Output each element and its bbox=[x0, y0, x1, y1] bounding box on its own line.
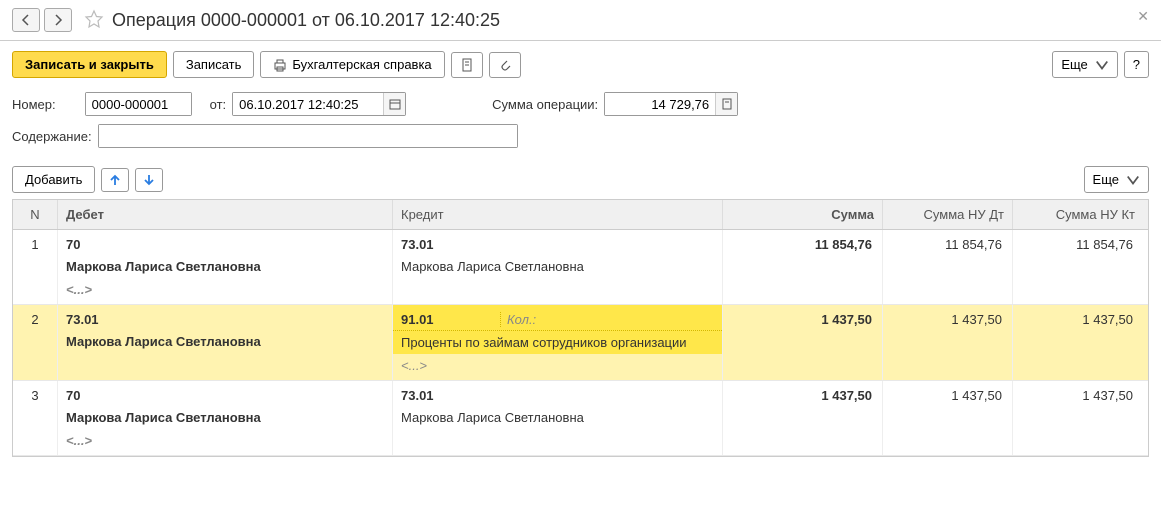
col-header-n[interactable]: N bbox=[13, 200, 58, 229]
table-more-label: Еще bbox=[1093, 172, 1119, 187]
calendar-button[interactable] bbox=[383, 93, 405, 115]
credit-extra: <...> bbox=[393, 354, 722, 380]
page-title: Операция 0000-000001 от 06.10.2017 12:40… bbox=[112, 10, 500, 31]
credit-account: 91.01 bbox=[401, 312, 501, 327]
date-input[interactable] bbox=[233, 93, 383, 115]
credit-account-row: 73.01 bbox=[393, 381, 722, 406]
cell-credit[interactable]: 73.01 Маркова Лариса Светлановна bbox=[393, 230, 723, 304]
number-input-wrap bbox=[85, 92, 192, 116]
form-row-content: Содержание: bbox=[0, 120, 1161, 152]
debit-account: 73.01 bbox=[58, 305, 392, 330]
sum-input-wrap bbox=[604, 92, 738, 116]
number-input[interactable] bbox=[86, 93, 191, 115]
calculator-button[interactable] bbox=[715, 93, 737, 115]
credit-party: Маркова Лариса Светлановна bbox=[393, 406, 722, 429]
add-row-button[interactable]: Добавить bbox=[12, 166, 95, 193]
content-input[interactable] bbox=[99, 125, 517, 147]
save-and-close-button[interactable]: Записать и закрыть bbox=[12, 51, 167, 78]
cell-sumdt: 11 854,76 bbox=[883, 230, 1013, 304]
cell-sumkt: 1 437,50 bbox=[1013, 305, 1143, 380]
cell-sumkt: 11 854,76 bbox=[1013, 230, 1143, 304]
debit-extra: <...> bbox=[58, 278, 392, 304]
printer-icon bbox=[273, 58, 287, 72]
sum-label: Сумма операции: bbox=[492, 97, 598, 112]
calendar-icon bbox=[389, 98, 401, 110]
attach-button[interactable] bbox=[489, 52, 521, 78]
cell-n: 3 bbox=[13, 381, 58, 455]
help-button[interactable]: ? bbox=[1124, 51, 1149, 78]
more-label: Еще bbox=[1061, 57, 1087, 72]
paperclip-icon bbox=[498, 58, 512, 72]
move-up-button[interactable] bbox=[101, 168, 129, 192]
credit-qty-label: Кол.: bbox=[507, 312, 714, 327]
cell-debit[interactable]: 70 Маркова Лариса Светлановна <...> bbox=[58, 230, 393, 304]
arrow-down-icon bbox=[143, 173, 155, 187]
debit-extra: <...> bbox=[58, 429, 392, 455]
cell-sumdt: 1 437,50 bbox=[883, 381, 1013, 455]
cell-sumkt: 1 437,50 bbox=[1013, 381, 1143, 455]
credit-party: Маркова Лариса Светлановна bbox=[393, 255, 722, 278]
col-header-sum[interactable]: Сумма bbox=[723, 200, 883, 229]
credit-account-row: 73.01 bbox=[393, 230, 722, 255]
table-row[interactable]: 1 70 Маркова Лариса Светлановна <...> 73… bbox=[13, 230, 1148, 305]
document-button[interactable] bbox=[451, 52, 483, 78]
debit-party: Маркова Лариса Светлановна bbox=[58, 406, 392, 429]
save-button[interactable]: Записать bbox=[173, 51, 255, 78]
sum-input[interactable] bbox=[605, 93, 715, 115]
cell-credit[interactable]: 91.01 Кол.: Проценты по займам сотрудник… bbox=[393, 305, 723, 380]
accounting-report-label: Бухгалтерская справка bbox=[292, 57, 431, 72]
cell-n: 2 bbox=[13, 305, 58, 380]
table-header: N Дебет Кредит Сумма Сумма НУ Дт Сумма Н… bbox=[13, 200, 1148, 230]
cell-debit[interactable]: 73.01 Маркова Лариса Светлановна bbox=[58, 305, 393, 380]
main-toolbar: Записать и закрыть Записать Бухгалтерска… bbox=[0, 41, 1161, 88]
cell-sumdt: 1 437,50 bbox=[883, 305, 1013, 380]
cell-sum: 1 437,50 bbox=[723, 381, 883, 455]
entries-table: N Дебет Кредит Сумма Сумма НУ Дт Сумма Н… bbox=[12, 199, 1149, 457]
close-icon[interactable]: ✕ bbox=[1137, 8, 1149, 25]
cell-sum: 1 437,50 bbox=[723, 305, 883, 380]
move-down-button[interactable] bbox=[135, 168, 163, 192]
accounting-report-button[interactable]: Бухгалтерская справка bbox=[260, 51, 444, 78]
chevron-down-icon bbox=[1126, 173, 1140, 187]
more-button[interactable]: Еще bbox=[1052, 51, 1117, 78]
cell-sum: 11 854,76 bbox=[723, 230, 883, 304]
table-row[interactable]: 3 70 Маркова Лариса Светлановна <...> 73… bbox=[13, 381, 1148, 456]
cell-n: 1 bbox=[13, 230, 58, 304]
form-row-number-date: Номер: от: Сумма операции: bbox=[0, 88, 1161, 120]
cell-debit[interactable]: 70 Маркова Лариса Светлановна <...> bbox=[58, 381, 393, 455]
calculator-icon bbox=[721, 98, 733, 110]
document-icon bbox=[460, 58, 474, 72]
credit-party: Проценты по займам сотрудников организац… bbox=[393, 331, 722, 354]
table-row[interactable]: 2 73.01 Маркова Лариса Светлановна 91.01… bbox=[13, 305, 1148, 381]
col-header-sumkt[interactable]: Сумма НУ Кт bbox=[1013, 200, 1143, 229]
cell-credit[interactable]: 73.01 Маркова Лариса Светлановна bbox=[393, 381, 723, 455]
titlebar: Операция 0000-000001 от 06.10.2017 12:40… bbox=[0, 0, 1161, 41]
arrow-up-icon bbox=[109, 173, 121, 187]
credit-account: 73.01 bbox=[401, 237, 501, 252]
chevron-down-icon bbox=[1095, 58, 1109, 72]
col-header-sumdt[interactable]: Сумма НУ Дт bbox=[883, 200, 1013, 229]
debit-party: Маркова Лариса Светлановна bbox=[58, 255, 392, 278]
date-label: от: bbox=[210, 97, 227, 112]
nav-forward-button[interactable] bbox=[44, 8, 72, 32]
nav-back-button[interactable] bbox=[12, 8, 40, 32]
content-input-wrap bbox=[98, 124, 518, 148]
debit-account: 70 bbox=[58, 230, 392, 255]
table-more-button[interactable]: Еще bbox=[1084, 166, 1149, 193]
col-header-debit[interactable]: Дебет bbox=[58, 200, 393, 229]
credit-account-row: 91.01 Кол.: bbox=[393, 305, 722, 331]
debit-party: Маркова Лариса Светлановна bbox=[58, 330, 392, 353]
debit-account: 70 bbox=[58, 381, 392, 406]
col-header-credit[interactable]: Кредит bbox=[393, 200, 723, 229]
number-label: Номер: bbox=[12, 97, 56, 112]
date-input-wrap bbox=[232, 92, 406, 116]
content-label: Содержание: bbox=[12, 129, 92, 144]
credit-account: 73.01 bbox=[401, 388, 501, 403]
favorite-star-icon[interactable] bbox=[84, 9, 104, 32]
table-toolbar: Добавить Еще bbox=[0, 160, 1161, 199]
